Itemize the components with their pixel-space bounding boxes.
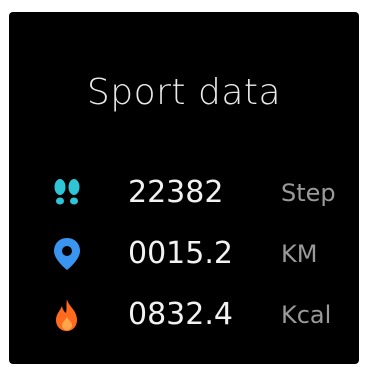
- calories-row: 0832.4 Kcal: [9, 293, 359, 337]
- steps-value: 22382: [128, 175, 224, 210]
- calories-value: 0832.4: [128, 297, 233, 332]
- location-pin-icon: [49, 236, 85, 272]
- steps-unit: Step: [281, 179, 336, 207]
- steps-row: 22382 Step: [9, 171, 359, 215]
- flame-icon: [49, 297, 85, 333]
- distance-row: 0015.2 KM: [9, 232, 359, 276]
- watch-screen: Sport data 22382 Step 0015.2 KM 0832.4 K…: [9, 12, 359, 364]
- footprints-icon: [49, 175, 85, 211]
- distance-unit: KM: [281, 240, 318, 268]
- calories-unit: Kcal: [281, 301, 332, 329]
- page-title: Sport data: [86, 72, 282, 113]
- distance-value: 0015.2: [128, 236, 233, 271]
